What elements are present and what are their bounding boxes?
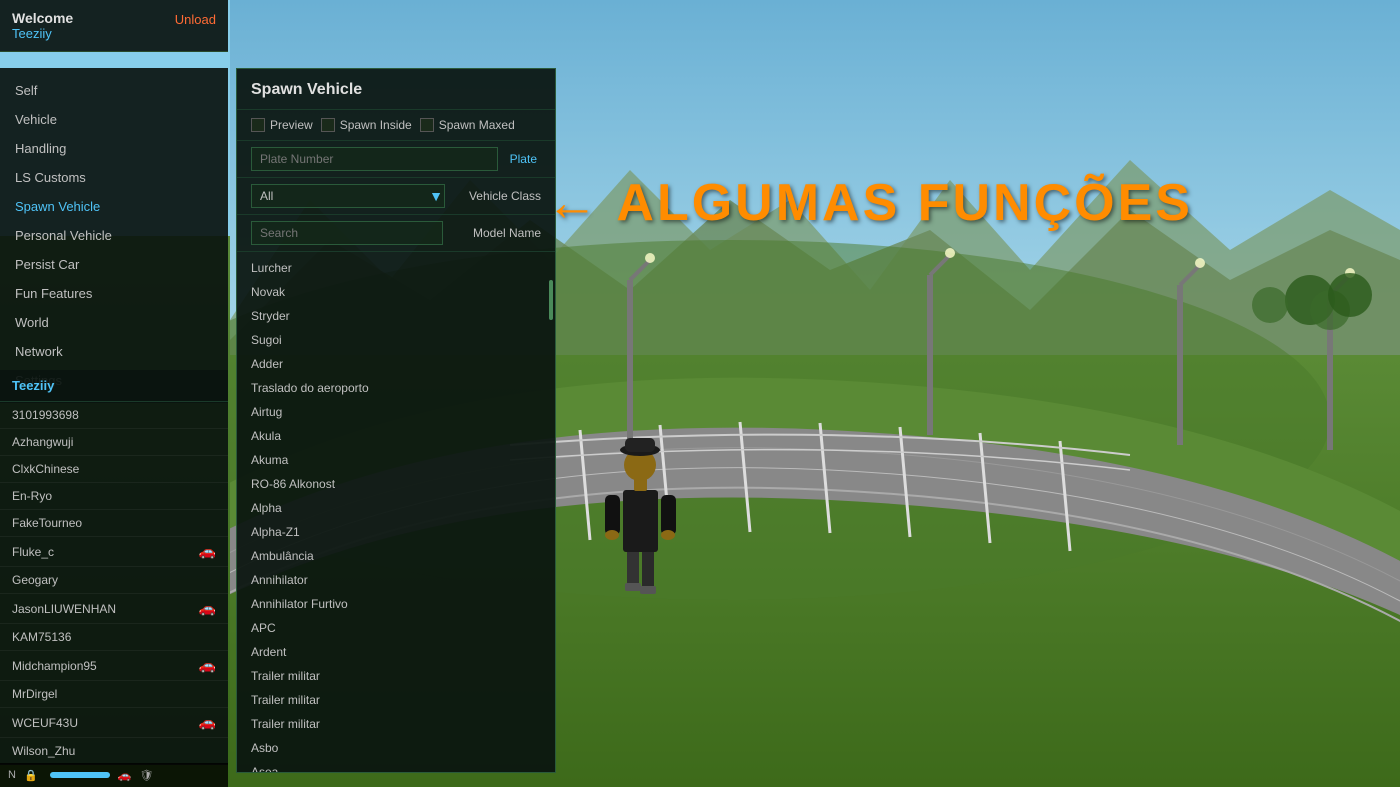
- sidebar-item-ls-customs[interactable]: LS Customs: [0, 163, 228, 192]
- vehicle-list-item[interactable]: Ambulância: [237, 544, 555, 568]
- preview-label: Preview: [270, 118, 313, 132]
- preview-option[interactable]: Preview: [251, 118, 313, 132]
- players-header: Teeziiy: [0, 370, 228, 402]
- player-item[interactable]: 3101993698: [0, 402, 228, 429]
- sidebar-item-spawn-vehicle[interactable]: Spawn Vehicle: [0, 192, 228, 221]
- sidebar-item-network[interactable]: Network: [0, 337, 228, 366]
- player-name: JasonLIUWENHAN: [12, 602, 116, 616]
- player-car-icon: 🚗: [199, 600, 216, 617]
- vehicle-list-item[interactable]: RO-86 Alkonost: [237, 472, 555, 496]
- sidebar-item-vehicle[interactable]: Vehicle: [0, 105, 228, 134]
- player-name: FakeTourneo: [12, 516, 82, 530]
- spawn-vehicle-panel: Spawn Vehicle Preview Spawn Inside Spawn…: [236, 68, 556, 773]
- spawn-vehicle-title: Spawn Vehicle: [237, 69, 555, 110]
- search-row: Model Name: [237, 215, 555, 252]
- player-item[interactable]: FakeTourneo: [0, 510, 228, 537]
- sidebar-nav: SelfVehicleHandlingLS CustomsSpawn Vehic…: [0, 68, 228, 403]
- sidebar-item-self[interactable]: Self: [0, 76, 228, 105]
- player-name: ClxkChinese: [12, 462, 79, 476]
- taskbar-icon1: 🚗: [118, 769, 132, 782]
- spawn-maxed-option[interactable]: Spawn Maxed: [420, 118, 515, 132]
- taskbar-n: N: [8, 769, 16, 781]
- vehicle-list-item[interactable]: Akuma: [237, 448, 555, 472]
- player-item[interactable]: KAM75136: [0, 624, 228, 651]
- player-name: En-Ryo: [12, 489, 52, 503]
- vehicle-list-item[interactable]: Alpha-Z1: [237, 520, 555, 544]
- vehicle-list-item[interactable]: Asbo: [237, 736, 555, 760]
- spawn-options-row: Preview Spawn Inside Spawn Maxed: [237, 110, 555, 141]
- player-name: Azhangwuji: [12, 435, 73, 449]
- preview-checkbox[interactable]: [251, 118, 265, 132]
- vehicle-list-item[interactable]: Asea: [237, 760, 555, 772]
- vehicle-list-item[interactable]: Novak: [237, 280, 555, 304]
- vehicle-list-item[interactable]: APC: [237, 616, 555, 640]
- player-car-icon: 🚗: [199, 543, 216, 560]
- vehicle-list-item[interactable]: Sugoi: [237, 328, 555, 352]
- taskbar: N 🔒 🚗 🛡: [0, 763, 228, 787]
- player-name: Fluke_c: [12, 545, 54, 559]
- player-name: Midchampion95: [12, 659, 97, 673]
- username-label: Teeziiy: [12, 26, 216, 41]
- taskbar-icon2: 🛡: [139, 769, 153, 782]
- vehicle-list-item[interactable]: Annihilator: [237, 568, 555, 592]
- taskbar-lock: 🔒: [24, 769, 38, 782]
- vehicle-list-item[interactable]: Trailer militar: [237, 712, 555, 736]
- vehicle-list-item[interactable]: Traslado do aeroporto: [237, 376, 555, 400]
- plate-input[interactable]: [251, 147, 498, 171]
- vehicle-list-item[interactable]: Trailer militar: [237, 664, 555, 688]
- sidebar-item-personal-vehicle[interactable]: Personal Vehicle: [0, 221, 228, 250]
- player-item[interactable]: ClxkChinese: [0, 456, 228, 483]
- annotation-overlay: ← ALGUMAS FUNÇÕES: [546, 173, 1193, 233]
- spawn-maxed-label: Spawn Maxed: [439, 118, 515, 132]
- player-item[interactable]: JasonLIUWENHAN 🚗: [0, 594, 228, 624]
- vehicle-class-label: Vehicle Class: [451, 189, 541, 203]
- vehicle-list: LurcherNovakStryderSugoiAdderTraslado do…: [237, 252, 555, 772]
- vehicle-list-item[interactable]: Alpha: [237, 496, 555, 520]
- health-bar: [50, 772, 110, 778]
- plate-button[interactable]: Plate: [506, 148, 541, 170]
- player-item[interactable]: Wilson_Zhu: [0, 738, 228, 765]
- vehicle-list-item[interactable]: Akula: [237, 424, 555, 448]
- spawn-maxed-checkbox[interactable]: [420, 118, 434, 132]
- player-item[interactable]: En-Ryo: [0, 483, 228, 510]
- model-name-label: Model Name: [451, 226, 541, 240]
- spawn-inside-checkbox[interactable]: [321, 118, 335, 132]
- vehicle-list-item[interactable]: Trailer militar: [237, 688, 555, 712]
- player-car-icon: 🚗: [199, 714, 216, 731]
- players-panel: Teeziiy 3101993698 Azhangwuji ClxkChinese E…: [0, 370, 228, 765]
- sidebar-item-handling[interactable]: Handling: [0, 134, 228, 163]
- player-item[interactable]: MrDirgel: [0, 681, 228, 708]
- sidebar-item-fun-features[interactable]: Fun Features: [0, 279, 228, 308]
- player-item[interactable]: Fluke_c 🚗: [0, 537, 228, 567]
- player-item[interactable]: Geogary: [0, 567, 228, 594]
- sidebar-item-world[interactable]: World: [0, 308, 228, 337]
- spawn-inside-option[interactable]: Spawn Inside: [321, 118, 412, 132]
- unload-button[interactable]: Unload: [175, 12, 216, 27]
- vehicle-list-item[interactable]: Lurcher: [237, 256, 555, 280]
- vehicle-class-select[interactable]: All: [251, 184, 445, 208]
- player-name: WCEUF43U: [12, 716, 78, 730]
- search-input[interactable]: [251, 221, 443, 245]
- vehicle-list-item[interactable]: Ardent: [237, 640, 555, 664]
- vehicle-list-item[interactable]: Airtug: [237, 400, 555, 424]
- spawn-inside-label: Spawn Inside: [340, 118, 412, 132]
- vehicle-list-item[interactable]: Stryder: [237, 304, 555, 328]
- plate-row: Plate: [237, 141, 555, 178]
- welcome-panel: Welcome Teeziiy Unload: [0, 0, 228, 52]
- vehicle-list-item[interactable]: Annihilator Furtivo: [237, 592, 555, 616]
- sidebar-item-persist-car[interactable]: Persist Car: [0, 250, 228, 279]
- player-name: Geogary: [12, 573, 58, 587]
- vehicle-list-item[interactable]: Adder: [237, 352, 555, 376]
- class-row: All ▼ Vehicle Class: [237, 178, 555, 215]
- player-item[interactable]: Midchampion95 🚗: [0, 651, 228, 681]
- player-name: KAM75136: [12, 630, 71, 644]
- scroll-indicator: [549, 280, 553, 320]
- player-item[interactable]: Azhangwuji: [0, 429, 228, 456]
- player-name: 3101993698: [12, 408, 79, 422]
- player-item[interactable]: WCEUF43U 🚗: [0, 708, 228, 738]
- player-car-icon: 🚗: [199, 657, 216, 674]
- player-name: MrDirgel: [12, 687, 57, 701]
- players-list: 3101993698 Azhangwuji ClxkChinese En-Ryo Fak…: [0, 402, 228, 765]
- player-name: Wilson_Zhu: [12, 744, 75, 758]
